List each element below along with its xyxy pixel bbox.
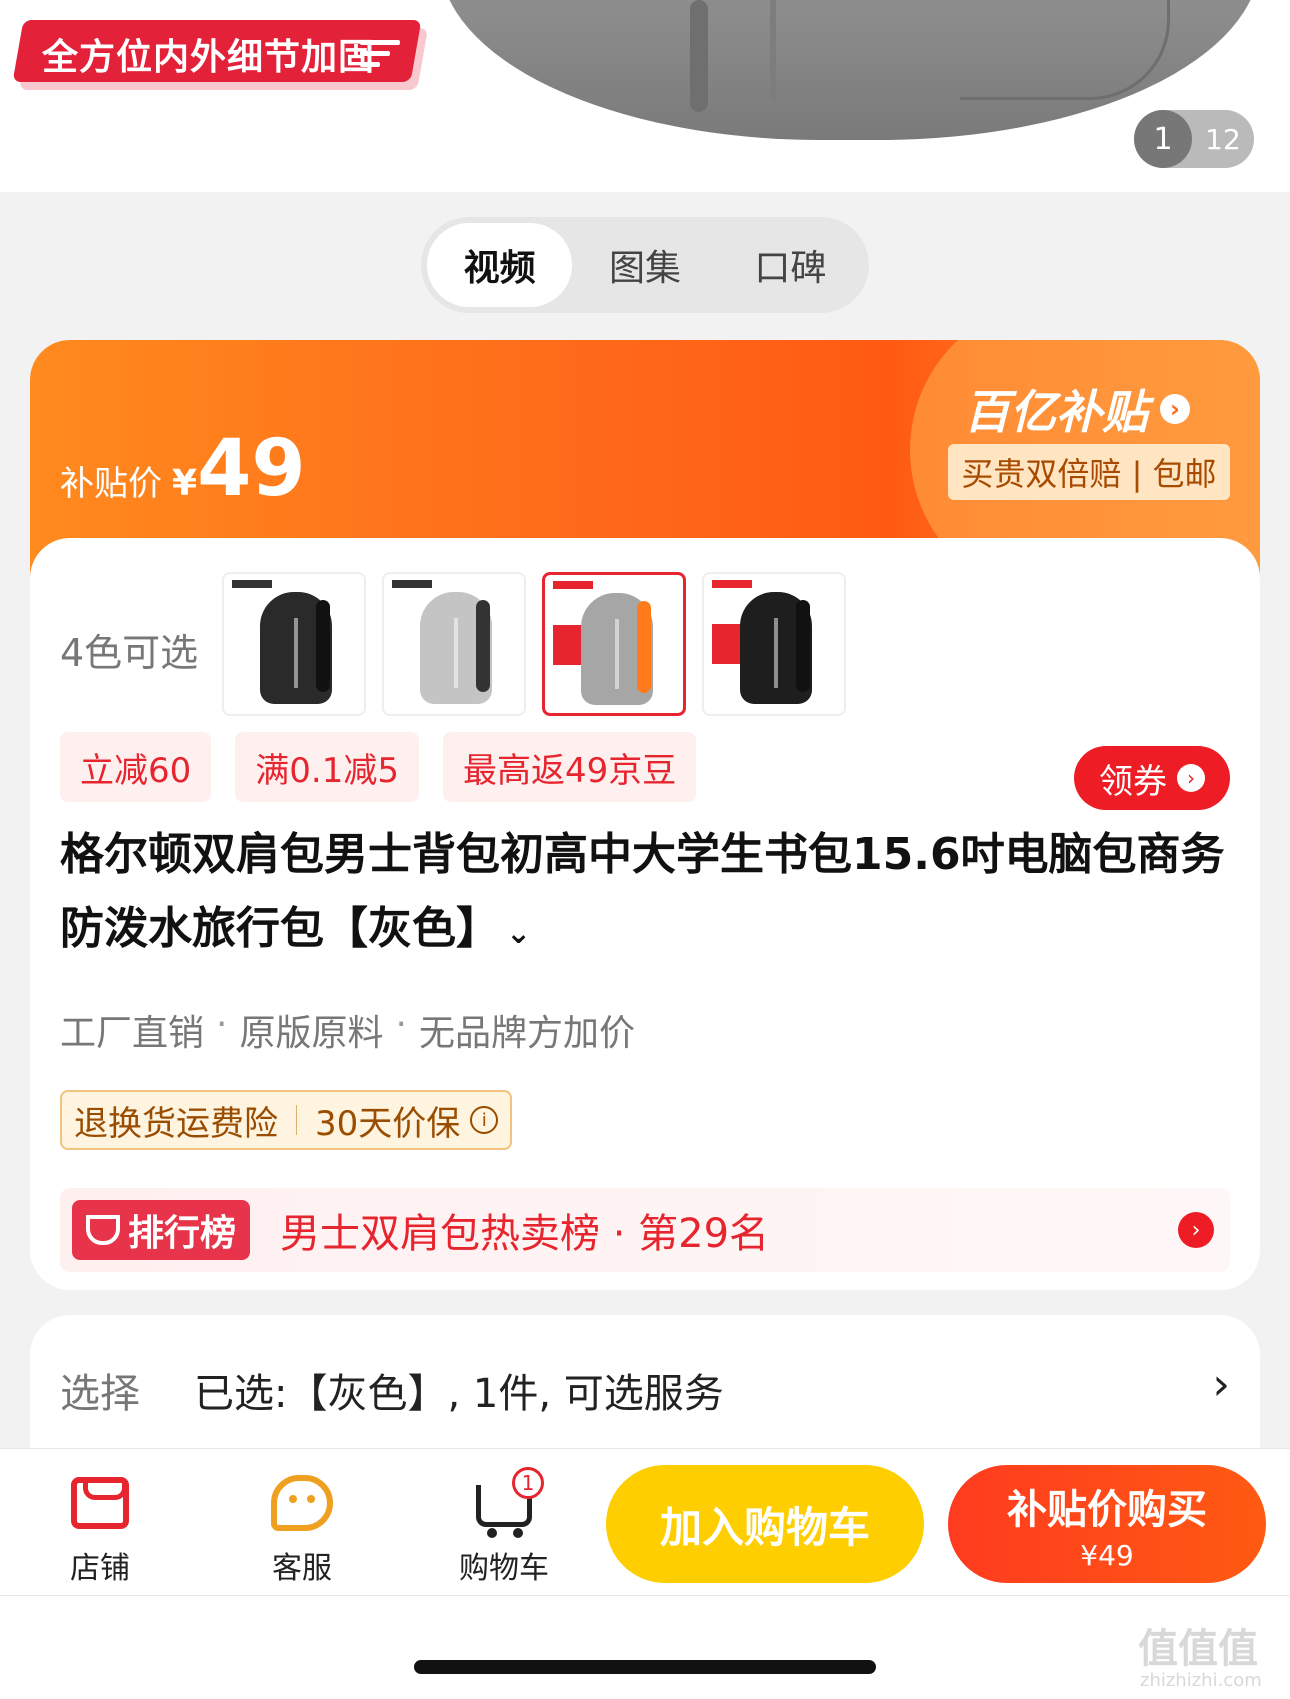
customer-service-label: 客服 [272,1551,332,1586]
cart-button[interactable]: 1 购物车 [444,1467,564,1587]
backpack-seam [770,0,776,100]
currency-symbol: ¥ [172,463,198,504]
select-label: 选择 [60,1371,140,1417]
promo-chip: 满0.1减5 [235,732,419,802]
selected-spec: 已选:【灰色】, 1件, 可选服务 [194,1371,724,1417]
watermark-url: zhizhizhi.com [1140,1670,1262,1691]
trophy-icon [86,1215,120,1245]
chevron-down-icon: ⌄ [506,916,532,951]
ranking-badge: 排行榜 [72,1200,251,1260]
get-coupon-label: 领券 [1099,761,1167,802]
color-count-label: 4色可选 [60,631,199,675]
buy-button-label: 补贴价购买 [1007,1486,1207,1533]
get-coupon-button[interactable]: 领券 › [1074,746,1230,810]
tab-gallery[interactable]: 图集 [572,223,717,307]
speed-lines-icon [360,40,400,73]
spec-select-row[interactable]: 选择 已选:【灰色】, 1件, 可选服务 › [30,1315,1260,1455]
store-icon [71,1477,129,1529]
feature-item: 原版原料 [239,1013,384,1054]
product-image-carousel[interactable]: 全方位内外细节加固 1 12 [0,0,1290,192]
subsidy-guarantee-tag: 买贵双倍赔 | 包邮 [948,444,1230,500]
image-counter: 1 12 [1134,110,1254,168]
feature-item: 无品牌方加价 [418,1013,635,1054]
product-detail: 4色可选 立减60 满0.1减5 最高返49京豆 领券 › 格尔顿双肩包男士背包… [30,538,1260,1290]
watermark-logo: 值值值 [1138,1626,1258,1672]
ranking-bar[interactable]: 排行榜 男士双肩包热卖榜 · 第29名 › [60,1188,1230,1272]
add-to-cart-button[interactable]: 加入购物车 [606,1465,924,1583]
return-shipping-insurance: 退换货运费险 [74,1103,278,1144]
promo-chip: 立减60 [60,732,212,802]
chevron-right-icon: › [1177,764,1205,792]
product-title[interactable]: 格尔顿双肩包男士背包初高中大学生书包15.6吋电脑包商务防泼水旅行包【灰色】 ⌄ [60,818,1230,971]
buy-button-price: ¥49 [1080,1538,1134,1572]
tab-video[interactable]: 视频 [427,223,573,307]
image-counter-total: 12 [1205,122,1241,156]
bottom-action-bar: 店铺 客服 1 购物车 加入购物车 补贴价购买 ¥49 [0,1448,1290,1596]
promo-chips: 立减60 满0.1减5 最高返49京豆 [60,732,697,802]
home-indicator-area: 值值值 zhizhizhi.com [0,1596,1290,1699]
price-card: 补贴价 ¥ 49 百亿补贴 › 买贵双倍赔 | 包邮 4色可选 立减60 满0.… [30,340,1260,1290]
chevron-right-icon: › [1160,394,1190,424]
cart-label: 购物车 [459,1551,549,1586]
price-protection: 30天价保 [315,1103,461,1144]
subsidy-brand-link[interactable]: 百亿补贴 › [964,376,1190,442]
color-option-thumb-selected[interactable] [542,572,686,716]
ranking-text: 男士双肩包热卖榜 · 第29名 [280,1211,770,1257]
shop-label: 店铺 [70,1551,130,1586]
subsidy-price: 补贴价 ¥ 49 [60,430,306,508]
cart-count-badge: 1 [512,1467,544,1499]
chevron-right-icon: › [1178,1212,1214,1248]
media-tabs: 视频 图集 口碑 [421,217,869,313]
chevron-right-icon: › [1212,1359,1230,1410]
info-icon: i [470,1106,499,1134]
customer-service-button[interactable]: 客服 [242,1471,362,1587]
feature-item: 工厂直销 [60,1013,205,1054]
product-title-text: 格尔顿双肩包男士背包初高中大学生书包15.6吋电脑包商务防泼水旅行包【灰色】 [60,829,1225,954]
promo-banner-text: 全方位内外细节加固 [42,37,376,78]
color-option-thumb[interactable] [222,572,366,716]
price-amount: 49 [197,424,306,514]
color-option-thumb[interactable] [382,572,526,716]
shop-button[interactable]: 店铺 [40,1471,160,1587]
subsidy-price-label: 补贴价 [60,464,162,504]
chat-bubble-icon [271,1475,333,1531]
tab-reviews[interactable]: 口碑 [718,223,863,307]
ranking-badge-label: 排行榜 [128,1213,237,1254]
color-option-thumb[interactable] [702,572,846,716]
service-guarantee-tag[interactable]: 退换货运费险 30天价保 i [60,1090,513,1150]
home-indicator[interactable] [414,1660,876,1674]
subsidy-brand-name: 百亿补贴 [964,385,1148,439]
image-counter-current: 1 [1134,110,1192,168]
subsidy-buy-button[interactable]: 补贴价购买 ¥49 [948,1465,1266,1583]
feature-list: 工厂直销 · 原版原料 · 无品牌方加价 [60,1004,635,1054]
backpack-seam [690,0,708,112]
promo-chip: 最高返49京豆 [442,732,697,802]
color-options: 4色可选 [30,572,1260,718]
